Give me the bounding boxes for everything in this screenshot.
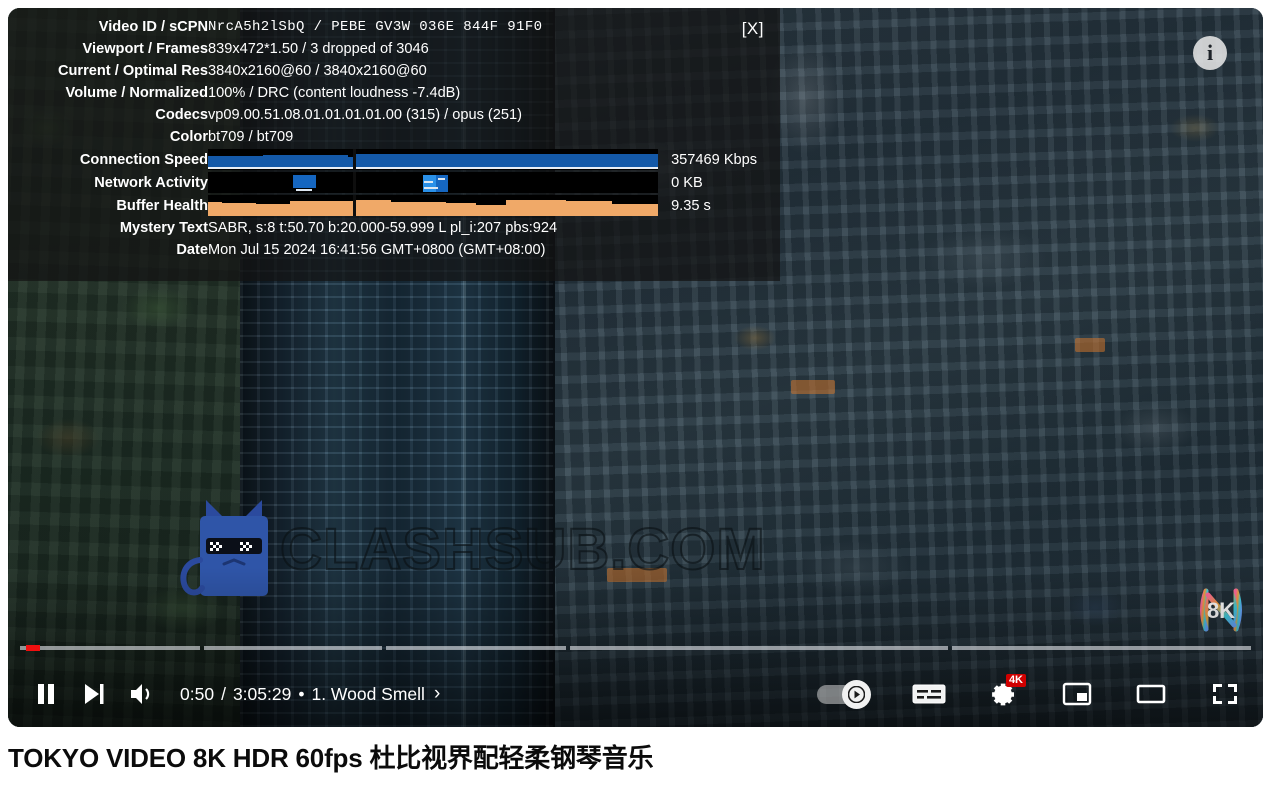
- stats-value: 3840x2160@60 / 3840x2160@60: [208, 63, 427, 79]
- buffer-health-value: 9.35 s: [671, 197, 711, 214]
- current-time: 0:50: [180, 683, 215, 704]
- stats-key: Codecs: [155, 107, 208, 123]
- svg-text:8K: 8K: [1207, 598, 1235, 623]
- stats-row-network-activity: Network Activity 0 KB: [8, 171, 780, 194]
- network-activity-graph: [208, 172, 658, 194]
- next-video-button[interactable]: [70, 670, 118, 718]
- time-bullet: •: [298, 683, 305, 704]
- stats-key: Mystery Text: [119, 220, 208, 236]
- stats-key: Viewport / Frames: [82, 41, 208, 57]
- quality-badge-8k-icon: 8K: [1200, 588, 1242, 632]
- progress-bar[interactable]: [20, 644, 1251, 652]
- chapter-title[interactable]: 1. Wood Smell: [311, 684, 424, 705]
- chapter-segment[interactable]: [204, 646, 382, 650]
- time-separator: /: [221, 683, 226, 704]
- stats-row-buffer-health: Buffer Health 9.35 s: [8, 194, 780, 217]
- page-title: TOKYO VIDEO 8K HDR 60fps 杜比视界配轻柔钢琴音乐: [8, 743, 654, 773]
- stats-value: SABR, s:8 t:50.70 b:20.000-59.999 L pl_i…: [208, 220, 558, 236]
- stats-row-date: Date Mon Jul 15 2024 16:41:56 GMT+0800 (…: [8, 239, 780, 261]
- rooftop-detail: [1075, 338, 1105, 352]
- autoplay-switch[interactable]: [817, 680, 873, 709]
- progress-played: [26, 645, 40, 651]
- volume-button[interactable]: [118, 670, 166, 718]
- chapter-segment[interactable]: [570, 646, 948, 650]
- stats-value: 9.35 s: [208, 194, 780, 217]
- stats-row-video-id: Video ID / sCPN NrcA5h2lSbQ / PEBE GV3W …: [8, 16, 780, 38]
- stats-table: Video ID / sCPN NrcA5h2lSbQ / PEBE GV3W …: [8, 16, 780, 261]
- stats-key: Network Activity: [94, 174, 208, 191]
- stats-row-viewport: Viewport / Frames 839x472*1.50 / 3 dropp…: [8, 38, 780, 60]
- chapter-segment[interactable]: [20, 646, 200, 650]
- stats-key: Color: [169, 129, 208, 145]
- toggle-knob: [842, 680, 871, 709]
- stats-row-codecs: Codecs vp09.00.51.08.01.01.01.01.00 (315…: [8, 104, 780, 126]
- rooftop-detail: [791, 380, 835, 394]
- stats-value: vp09.00.51.08.01.01.01.01.00 (315) / opu…: [208, 107, 523, 123]
- stats-close-button[interactable]: [X]: [742, 19, 764, 39]
- stats-row-mystery-text: Mystery Text SABR, s:8 t:50.70 b:20.000-…: [8, 217, 780, 239]
- stats-row-connection-speed: Connection Speed 357469 Kbps: [8, 148, 780, 171]
- buffer-health-graph: [208, 195, 658, 217]
- total-time: 3:05:29: [232, 683, 292, 704]
- miniplayer-button[interactable]: [1053, 670, 1101, 718]
- stats-key: Buffer Health: [116, 197, 208, 214]
- stats-for-nerds-panel: [X] Video ID / sCPN NrcA5h2lSbQ / PEBE G…: [8, 8, 780, 281]
- cool-cat-logo: [180, 500, 268, 596]
- connection-speed-value: 357469 Kbps: [671, 151, 758, 168]
- network-activity-value: 0 KB: [671, 174, 703, 191]
- stats-value: 0 KB: [208, 171, 780, 194]
- stats-row-color: Color bt709 / bt709: [8, 126, 780, 148]
- stats-key: Current / Optimal Res: [57, 63, 208, 79]
- stats-key: Connection Speed: [79, 151, 208, 168]
- subtitles-button[interactable]: [905, 670, 953, 718]
- video-player[interactable]: i [X] Video ID / sCPN NrcA5h2lSbQ / PEBE…: [8, 8, 1263, 727]
- theater-mode-button[interactable]: [1127, 670, 1175, 718]
- settings-quality-badge: 4K: [1005, 674, 1026, 687]
- stats-key: Volume / Normalized: [65, 85, 208, 101]
- stats-value: bt709 / bt709: [208, 129, 294, 145]
- fullscreen-button[interactable]: [1201, 670, 1249, 718]
- stats-row-resolution: Current / Optimal Res 3840x2160@60 / 384…: [8, 60, 780, 82]
- stats-key: Date: [176, 242, 208, 258]
- stats-value: 357469 Kbps: [208, 148, 780, 171]
- page-root: i [X] Video ID / sCPN NrcA5h2lSbQ / PEBE…: [0, 0, 1271, 785]
- settings-button[interactable]: 4K: [979, 670, 1027, 718]
- site-watermark: CLASHSUB.COM: [279, 516, 766, 583]
- autoplay-toggle[interactable]: [813, 670, 877, 718]
- time-display: 0:50 / 3:05:29 • 1. Wood Smell ›: [180, 683, 440, 705]
- stats-value: 839x472*1.50 / 3 dropped of 3046: [208, 41, 429, 57]
- chapter-segment[interactable]: [386, 646, 566, 650]
- chapter-chevron-right-icon[interactable]: ›: [434, 683, 440, 705]
- stats-value: 100% / DRC (content loudness -7.4dB): [208, 85, 461, 101]
- stats-row-volume: Volume / Normalized 100% / DRC (content …: [8, 82, 780, 104]
- pause-button[interactable]: [22, 670, 70, 718]
- stats-key: Video ID / sCPN: [98, 19, 208, 35]
- stats-value: Mon Jul 15 2024 16:41:56 GMT+0800 (GMT+0…: [208, 242, 546, 258]
- info-icon[interactable]: i: [1193, 36, 1227, 70]
- connection-speed-graph: [208, 149, 658, 171]
- chapter-segment[interactable]: [952, 646, 1251, 650]
- player-controls: 0:50 / 3:05:29 • 1. Wood Smell › 4K: [8, 661, 1263, 727]
- stats-value: NrcA5h2lSbQ / PEBE GV3W 036E 844F 91F0: [208, 19, 543, 35]
